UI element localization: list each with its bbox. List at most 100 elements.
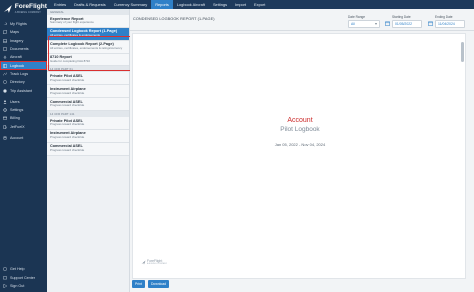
sidebar-item-users[interactable]: Users (0, 98, 47, 106)
foreflight-logo-icon (141, 260, 146, 265)
sidebar-item-label: Settings (10, 108, 24, 113)
sidebar-item-label: Maps (10, 30, 20, 35)
document-footer-logo: ForeFlight A BOEING COMPANY (141, 259, 168, 266)
calendar-icon[interactable] (385, 21, 390, 26)
billing-icon (3, 116, 7, 120)
sidebar-item-label: Billing (10, 116, 20, 121)
sidebar-item-sign-out[interactable]: Sign Out (0, 282, 47, 290)
preview-scrollbar-thumb[interactable] (461, 42, 464, 62)
sidebar-item-label: My Flights (10, 22, 27, 27)
report-item-private-pilot-asel[interactable]: Private Pilot ASEL Progress toward checkr… (47, 117, 129, 130)
sidebar-item-label: Logbook (10, 63, 25, 68)
app-window: ForeFlight A BOEING COMPANY My Flights Ma… (0, 0, 474, 292)
sidebar-item-label: Aircraft (10, 55, 22, 60)
report-title: CONDENSED LOGBOOK REPORT (1-PAGE) (133, 17, 215, 21)
sign-out-icon (3, 284, 7, 288)
sidebar-item-label: Trip Assistant (10, 88, 32, 93)
sidebar-nav-bottom: Get Help Support Center Sign Out (0, 265, 47, 290)
tab-settings[interactable]: Settings (209, 0, 231, 9)
sidebar: ForeFlight A BOEING COMPANY My Flights Ma… (0, 0, 47, 292)
report-item-8710-report[interactable]: 8710 Report Guide for completing FAA 8710 (47, 53, 129, 67)
sidebar-nav-account: Account (0, 134, 47, 142)
report-settings-bar: CONDENSED LOGBOOK REPORT (1-PAGE) Date R… (130, 9, 474, 31)
logbook-tab-bar: Entries Drafts & Requests Currency Summary… (47, 0, 474, 9)
sidebar-item-label: Users (10, 99, 20, 104)
sidebar-item-settings[interactable]: Settings (0, 106, 47, 114)
preview-scrollbar[interactable] (461, 36, 464, 276)
tab-entries[interactable]: Entries (50, 0, 70, 9)
calendar-icon[interactable] (428, 21, 433, 26)
sidebar-item-trip-assistant[interactable]: Trip Assistant (0, 86, 47, 94)
report-item-description: Summary of your flight experience (50, 20, 94, 25)
directory-icon (3, 80, 7, 85)
tab-drafts-requests[interactable]: Drafts & Requests (70, 0, 110, 9)
sidebar-item-maps[interactable]: Maps (0, 28, 47, 36)
sidebar-item-get-help[interactable]: Get Help (0, 265, 47, 273)
sidebar-item-label: Support Center (10, 275, 36, 280)
report-preview-area: CONDENSED LOGBOOK REPORT (1-PAGE) Date R… (130, 9, 474, 292)
tab-currency-summary[interactable]: Currency Summary (110, 0, 152, 9)
users-icon (3, 100, 7, 104)
date-range-value: All (351, 22, 355, 26)
report-item-complete-logbook-report-2-page[interactable]: Complete Logbook Report (2-Page) All entr… (47, 40, 129, 54)
report-item-description: All entries, certificates & endorsements (50, 33, 100, 38)
help-icon (3, 267, 7, 272)
ending-date-field[interactable]: 11/04/2024 (435, 20, 465, 28)
sidebar-item-track-logs[interactable]: Track Logs (0, 70, 47, 78)
sidebar-item-documents[interactable]: Documents (0, 45, 47, 53)
sidebar-item-aircraft[interactable]: Aircraft (0, 53, 47, 61)
sidebar-nav-mid: Users Settings Billing JetFuelX (0, 98, 47, 131)
report-list-panel: GENERAL Experience Report Summary of your … (47, 9, 130, 292)
report-item-private-pilot-asel[interactable]: Private Pilot ASEL Progress toward checkr… (47, 72, 129, 86)
tab-import[interactable]: Import (231, 0, 250, 9)
report-item-commercial-asel[interactable]: Commercial ASEL Progress toward checkride (47, 142, 129, 156)
report-item-commercial-asel[interactable]: Commercial ASEL Progress toward checkride (47, 98, 129, 112)
document-title: Pilot Logbook (280, 126, 320, 133)
sidebar-nav-top: My Flights Maps Imagery Documents Aircraft Lo… (0, 20, 47, 95)
report-item-description: Progress toward checkride (50, 135, 85, 140)
support-icon (3, 275, 7, 280)
print-button[interactable]: Print (132, 280, 145, 288)
ending-date-label: Ending Date (435, 15, 453, 19)
sidebar-item-imagery[interactable]: Imagery (0, 37, 47, 45)
assistant-icon (3, 88, 7, 93)
sidebar-item-account[interactable]: Account (0, 134, 47, 142)
report-item-description: Progress toward checkride (50, 147, 85, 152)
document-footer-sub: A BOEING COMPANY (147, 263, 168, 266)
sidebar-item-label: Directory (10, 80, 25, 85)
sidebar-item-support-center[interactable]: Support Center (0, 273, 47, 281)
chevron-down-icon (375, 23, 377, 25)
sidebar-item-jetfuelx[interactable]: JetFuelX (0, 123, 47, 131)
fuel-icon (3, 125, 7, 129)
document-date-range: Jan 05, 2022 - Nov 04, 2024 (274, 142, 326, 147)
sidebar-item-logbook[interactable]: Logbook (0, 61, 47, 70)
brand-sub: A BOEING COMPANY (14, 10, 41, 14)
report-item-experience-report[interactable]: Experience Report Summary of your flight … (47, 15, 129, 28)
document-icon (3, 47, 7, 51)
date-range-select[interactable]: All (348, 20, 380, 28)
sidebar-item-billing[interactable]: Billing (0, 114, 47, 122)
starting-date-label: Starting Date (392, 15, 411, 19)
ending-date-value: 11/04/2024 (438, 22, 455, 26)
sidebar-item-my-flights[interactable]: My Flights (0, 20, 47, 28)
sidebar-item-label: Track Logs (10, 71, 29, 76)
download-button[interactable]: Download (147, 280, 170, 288)
tab-export[interactable]: Export (250, 0, 269, 9)
brand-name: ForeFlight (14, 2, 47, 10)
report-page-preview: Account Pilot Logbook Jan 05, 2022 - Nov… (132, 33, 466, 279)
tab-logbook-aircraft[interactable]: Logbook Aircraft (173, 0, 209, 9)
report-item-description: Progress toward checkride (50, 103, 85, 108)
sidebar-item-directory[interactable]: Directory (0, 78, 47, 86)
tab-reports[interactable]: Reports (151, 0, 173, 9)
sidebar-item-label: Imagery (10, 38, 24, 43)
report-item-condensed-logbook-report-1-page[interactable]: Condensed Logbook Report (1-Page) All ent… (47, 27, 129, 41)
report-item-instrument-airplane[interactable]: Instrument Airplane Progress toward check… (47, 85, 129, 99)
starting-date-field[interactable]: 01/05/2022 (392, 20, 422, 28)
report-item-instrument-airplane[interactable]: Instrument Airplane Progress toward check… (47, 129, 129, 143)
report-item-description: All entries, certificates, endorsements … (50, 45, 123, 50)
sidebar-item-label: Sign Out (10, 283, 25, 288)
aircraft-icon (3, 55, 7, 60)
report-item-description: Progress toward checkride (50, 122, 85, 127)
sidebar-item-label: Documents (10, 47, 29, 52)
report-item-description: Guide for completing FAA 8710 (50, 58, 91, 63)
